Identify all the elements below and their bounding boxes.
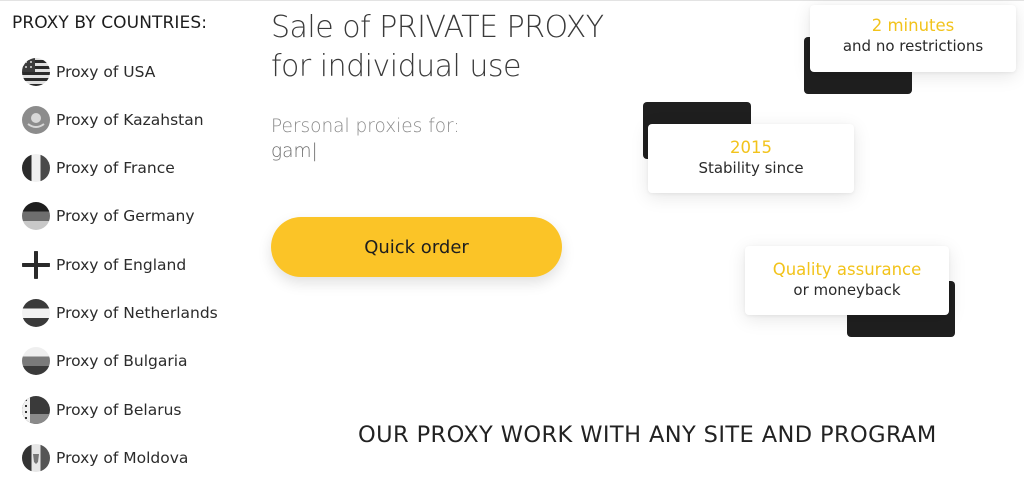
hero-title-line-1: Sale of PRIVATE PROXY	[271, 10, 604, 45]
hero-title-line-2: for individual use	[271, 49, 522, 84]
sidebar-item-label: Proxy of France	[56, 159, 175, 177]
sidebar-item-label: Proxy of Germany	[56, 207, 195, 225]
sidebar-item-moldova[interactable]: Proxy of Moldova	[22, 443, 188, 473]
netherlands-flag-icon	[22, 299, 50, 327]
belarus-flag-icon	[22, 396, 50, 424]
feature-highlight: Quality assurance	[772, 260, 922, 279]
sidebar-item-label: Proxy of Belarus	[56, 401, 182, 419]
sidebar-item-label: Proxy of USA	[56, 63, 156, 81]
sidebar-item-label: Proxy of Moldova	[56, 449, 189, 467]
sidebar-item-label: Proxy of Netherlands	[56, 304, 218, 322]
typed-text: gam|	[271, 141, 318, 162]
sidebar-item-bulgaria[interactable]: Proxy of Bulgaria	[22, 346, 188, 376]
moldova-flag-icon	[22, 444, 50, 472]
sidebar-item-france[interactable]: Proxy of France	[22, 153, 175, 183]
sidebar-item-label: Proxy of England	[56, 256, 187, 274]
england-flag-icon	[22, 251, 50, 279]
kazakhstan-flag-icon	[22, 106, 50, 134]
section-heading: OUR PROXY WORK WITH ANY SITE AND PROGRAM	[358, 422, 937, 448]
hero-title: Sale of PRIVATE PROXY for individual use	[271, 8, 604, 86]
sidebar-item-label: Proxy of Kazahstan	[56, 111, 204, 129]
bulgaria-flag-icon	[22, 347, 50, 375]
france-flag-icon	[22, 154, 50, 182]
sidebar-item-germany[interactable]: Proxy of Germany	[22, 201, 195, 231]
germany-flag-icon	[22, 202, 50, 230]
sidebar-item-netherlands[interactable]: Proxy of Netherlands	[22, 298, 218, 328]
sidebar-item-kazakhstan[interactable]: Proxy of Kazahstan	[22, 105, 204, 135]
top-divider	[0, 0, 1024, 3]
hero-subtitle: Personal proxies for: gam|	[271, 114, 460, 164]
feature-text: or moneyback	[793, 281, 901, 299]
feature-text: and no restrictions	[842, 37, 984, 55]
feature-text: Stability since	[698, 159, 804, 177]
sidebar-item-belarus[interactable]: Proxy of Belarus	[22, 395, 182, 425]
feature-highlight: 2 minutes	[871, 16, 955, 35]
sidebar-item-label: Proxy of Bulgaria	[56, 352, 188, 370]
hero-subtitle-text: Personal proxies for:	[271, 116, 460, 137]
sidebar-title: PROXY BY COUNTRIES:	[12, 13, 208, 33]
feature-card-time: 2 minutes and no restrictions	[810, 5, 1016, 72]
sidebar-item-usa[interactable]: Proxy of USA	[22, 57, 155, 87]
feature-highlight: 2015	[730, 138, 772, 157]
usa-flag-icon	[22, 58, 50, 86]
quick-order-button[interactable]: Quick order	[271, 217, 562, 277]
feature-card-stability: 2015 Stability since	[648, 124, 854, 193]
feature-card-quality: Quality assurance or moneyback	[745, 246, 949, 315]
sidebar-item-england[interactable]: Proxy of England	[22, 250, 186, 280]
